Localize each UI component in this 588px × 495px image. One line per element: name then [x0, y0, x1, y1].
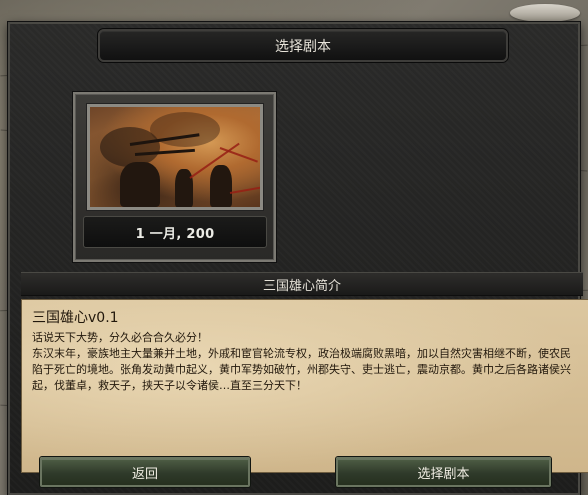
dialog-title: 选择剧本	[275, 38, 331, 55]
scenario-card[interactable]: 1 一月, 200	[73, 92, 276, 262]
description-header-label: 三国雄心简介	[262, 278, 341, 294]
back-button-label: 返回	[131, 466, 158, 482]
select-scenario-button-label: 选择剧本	[417, 466, 470, 482]
description-body: 话说天下大势，分久必合合久必分！ 东汉末年，豪族地主大量兼并土地，外戚和宦官轮流…	[32, 331, 571, 392]
scenario-artwork	[87, 104, 263, 210]
scenario-date: 1 一月, 200	[135, 226, 215, 242]
scenario-date-bar: 1 一月, 200	[83, 216, 267, 248]
description-panel: 三国雄心v0.1 话说天下大势，分久必合合久必分！ 东汉末年，豪族地主大量兼并土…	[21, 299, 588, 473]
description-header: 三国雄心简介	[21, 272, 583, 296]
dialog-title-bar: 选择剧本	[98, 29, 508, 62]
description-title: 三国雄心v0.1	[32, 310, 119, 326]
back-button[interactable]: 返回	[40, 457, 250, 487]
airship-icon	[510, 4, 580, 22]
scenario-select-dialog: 选择剧本 1 一月, 200 三国雄心简介 三国雄心v0.1 话说天下大势，分久…	[8, 22, 588, 495]
select-scenario-button[interactable]: 选择剧本	[336, 457, 551, 487]
